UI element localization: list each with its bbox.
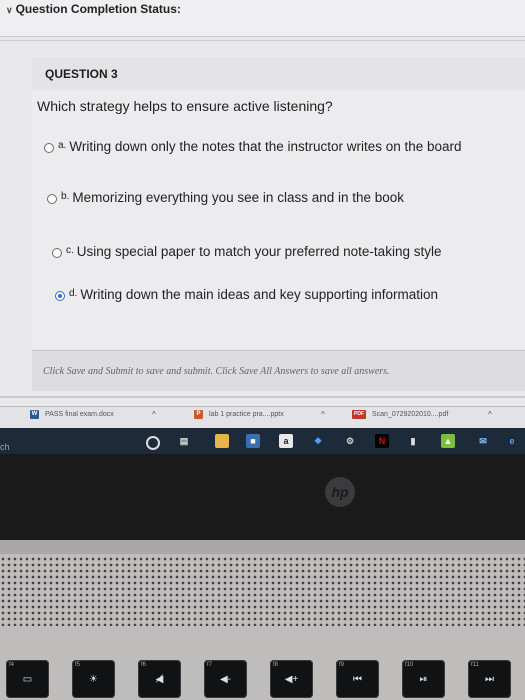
photos-icon[interactable]: ▲ [441,434,455,448]
key-label: f4 [9,662,15,668]
edge-icon[interactable]: e [505,434,519,448]
volume-up-icon: ◀+ [284,674,299,685]
option-a[interactable]: a. Writing down only the notes that the … [44,139,462,154]
download-filename: lab 1 practice pra....pptx [209,411,284,418]
download-filename: PASS final exam.docx [45,411,114,418]
key-label: f6 [141,662,147,668]
status-title-text: Question Completion Status: [15,2,181,16]
media-icon[interactable]: ▮ [406,434,420,448]
screen: ∨ Question Completion Status: QUESTION 3 … [0,0,525,408]
key-label: f7 [207,662,213,668]
next-track-icon: ⏭ [485,674,494,685]
key-f6[interactable]: f6 ◀̸ [138,660,181,698]
option-b[interactable]: b. Memorizing everything you see in clas… [47,190,404,205]
key-label: f10 [405,662,414,668]
settings-icon[interactable]: ⚙ [343,434,357,448]
previous-track-icon: ⏮ [353,674,362,685]
task-view-icon[interactable]: ▤ [177,434,191,448]
store-icon[interactable]: ■ [246,434,260,448]
volume-down-icon: ◀- [219,674,232,685]
key-f8[interactable]: f8 ◀+ [270,660,313,698]
submit-hint: Click Save and Submit to save and submit… [43,366,390,377]
netflix-icon[interactable]: N [375,434,389,448]
file-explorer-icon[interactable] [215,434,229,448]
chevron-up-icon[interactable]: ^ [488,410,492,419]
mail-icon[interactable]: ✉ [476,434,490,448]
download-item[interactable]: W PASS final exam.docx [30,410,114,419]
word-file-icon: W [30,410,39,419]
key-f4[interactable]: f4 ▭ [6,660,49,698]
question-number: QUESTION 3 [45,67,118,81]
key-label: f8 [273,662,279,668]
option-d[interactable]: d. Writing down the main ideas and key s… [55,287,438,302]
key-f10[interactable]: f10 ⏯ [402,660,445,698]
status-bar: ∨ Question Completion Status: [0,0,525,37]
radio-option-c[interactable] [52,248,62,258]
powerpoint-file-icon: P [194,410,203,419]
question-text: Which strategy helps to ensure active li… [37,98,333,114]
divider [0,40,525,41]
chevron-up-icon[interactable]: ^ [152,410,156,419]
key-f11[interactable]: f11 ⏭ [468,660,511,698]
radio-option-b[interactable] [47,194,57,204]
key-label: f9 [339,662,345,668]
key-f9[interactable]: f9 ⏮ [336,660,379,698]
option-letter: c. [66,245,74,256]
pdf-file-icon: PDF [352,410,366,419]
chevron-up-icon[interactable]: ^ [321,410,325,419]
laptop-bezel [0,454,525,544]
question-completion-status[interactable]: ∨ Question Completion Status: [6,2,181,16]
key-label: f5 [75,662,81,668]
search-text[interactable]: ch [0,442,10,452]
speaker-grille [0,556,525,626]
play-pause-icon: ⏯ [419,674,428,685]
dropbox-icon[interactable]: ❖ [311,434,325,448]
key-f5[interactable]: f5 ☀ [72,660,115,698]
option-c[interactable]: c. Using special paper to match your pre… [52,244,441,259]
mute-icon: ◀̸ [155,674,164,685]
key-f7[interactable]: f7 ◀- [204,660,247,698]
option-letter: b. [61,191,70,202]
download-item[interactable]: P lab 1 practice pra....pptx [194,410,284,419]
backlight-icon: ☀ [89,674,98,685]
option-text: Writing down the main ideas and key supp… [80,287,439,302]
hp-logo: hp [325,477,355,507]
amazon-icon[interactable]: a [279,434,293,448]
divider [0,396,525,398]
option-letter: d. [69,288,78,299]
option-text: Memorizing everything you see in class a… [72,190,405,205]
option-letter: a. [58,140,67,151]
option-text: Writing down only the notes that the ins… [69,139,462,154]
download-item[interactable]: PDF Scan_0729202010....pdf [352,410,448,419]
hinge [0,540,525,554]
download-filename: Scan_0729202010....pdf [372,411,449,418]
chevron-down-icon[interactable]: ∨ [6,5,13,15]
radio-option-d-selected[interactable] [55,291,65,301]
option-text: Using special paper to match your prefer… [76,244,442,259]
display-icon: ▭ [22,674,33,685]
radio-option-a[interactable] [44,143,54,153]
key-label: f11 [471,662,479,668]
search-circle-icon[interactable] [146,436,160,450]
